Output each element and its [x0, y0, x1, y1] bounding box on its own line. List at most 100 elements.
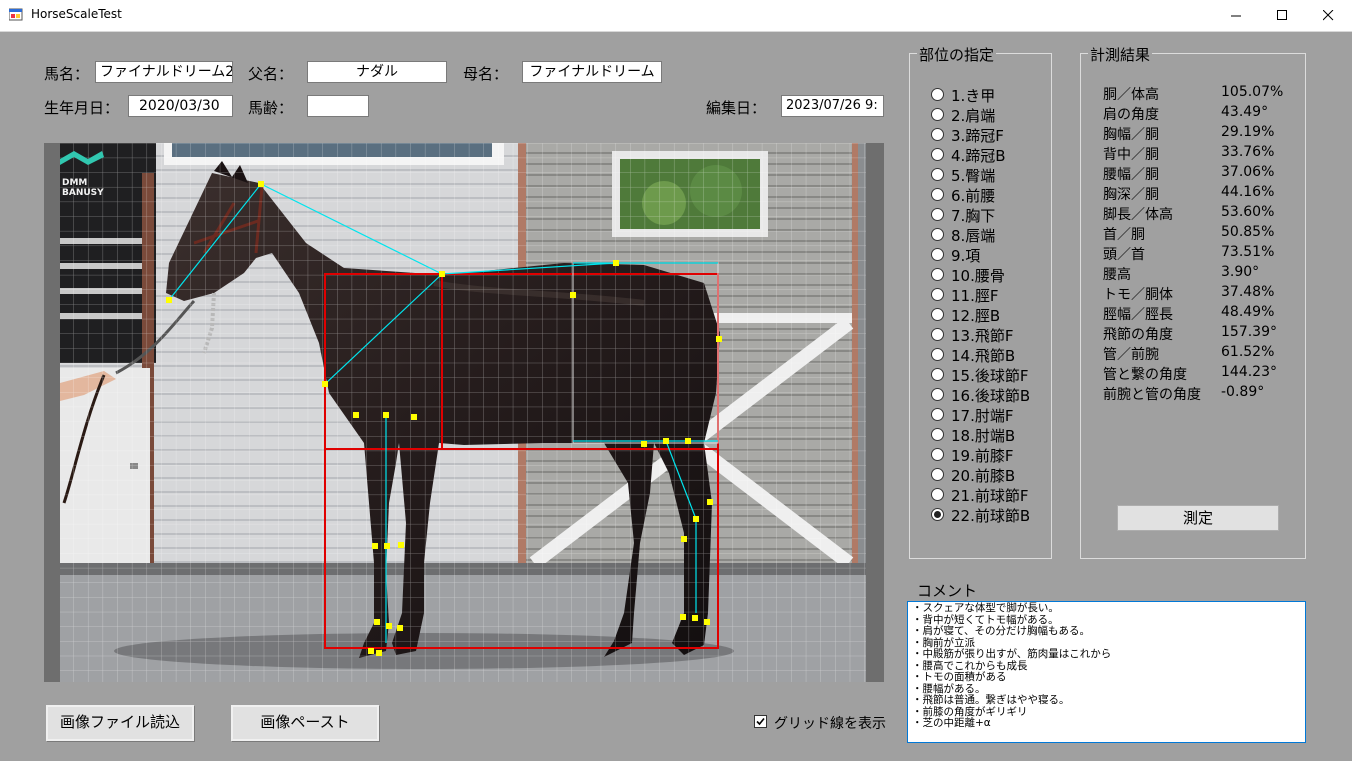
result-name: 胸幅／胴	[1103, 127, 1159, 143]
part-option-label: 4.蹄冠B	[951, 147, 1006, 165]
radio-selected-dot	[934, 511, 941, 518]
title-bar: HorseScaleTest	[0, 0, 1352, 32]
radio-button[interactable]	[931, 288, 944, 301]
age-field[interactable]	[307, 95, 369, 117]
part-option-label: 14.飛節B	[951, 347, 1016, 365]
comment-textarea[interactable]: ・スクェアな体型で脚が長い。 ・背中が短くてトモ幅がある。 ・肩が寝て、その分だけ胸…	[907, 601, 1306, 743]
part-option-label: 21.前球節F	[951, 487, 1029, 505]
grid-checkbox[interactable]	[754, 715, 767, 728]
part-option-label: 15.後球節F	[951, 367, 1029, 385]
radio-button[interactable]	[931, 88, 944, 101]
radio-button[interactable]	[931, 408, 944, 421]
part-option-label: 10.腰骨	[951, 267, 1005, 285]
dam-label: 母名：	[463, 65, 509, 83]
maximize-button[interactable]	[1260, 0, 1306, 31]
watermark-line1: DMM	[62, 178, 87, 188]
result-name: 背中／胴	[1103, 147, 1159, 163]
grid-checkbox-label: グリッド線を表示	[774, 716, 886, 732]
radio-button[interactable]	[931, 308, 944, 321]
comment-line: ・中殿筋が張り出すが、筋肉量はこれから	[912, 648, 1112, 660]
part-option-label: 9.項	[951, 247, 981, 265]
minimize-button[interactable]	[1214, 0, 1260, 31]
radio-button[interactable]	[931, 248, 944, 261]
part-option-label: 8.唇端	[951, 227, 996, 245]
result-value: 48.49%	[1221, 304, 1275, 320]
comment-line: ・飛節は普通。繋ぎはやや寝る。	[912, 694, 1070, 706]
result-name: 首／胴	[1103, 227, 1145, 243]
result-value: 50.85%	[1221, 224, 1275, 240]
result-name: 頭／首	[1103, 247, 1145, 263]
app-icon	[9, 8, 23, 21]
part-option-label: 12.脛B	[951, 307, 1001, 325]
part-option-label: 2.肩端	[951, 107, 996, 125]
close-button[interactable]	[1306, 0, 1352, 31]
result-name: 腰高	[1103, 267, 1131, 283]
part-option-label: 6.前腰	[951, 187, 996, 205]
sire-label: 父名：	[248, 65, 294, 83]
part-option-label: 17.肘端F	[951, 407, 1014, 425]
result-name: 管／前腕	[1103, 347, 1159, 363]
result-name: トモ／胴体	[1103, 287, 1173, 303]
radio-button[interactable]	[931, 228, 944, 241]
result-value: 33.76%	[1221, 144, 1275, 160]
result-value: 44.16%	[1221, 184, 1275, 200]
result-name: 管と繋の角度	[1103, 367, 1187, 383]
part-option-label: 22.前球節B	[951, 507, 1031, 525]
part-option-label: 3.蹄冠F	[951, 127, 1004, 145]
result-value: 43.49°	[1221, 104, 1269, 120]
radio-button[interactable]	[931, 188, 944, 201]
close-icon	[1323, 10, 1334, 21]
result-name: 前腕と管の角度	[1103, 387, 1201, 403]
result-name: 脚長／体高	[1103, 207, 1173, 223]
edit-date-label: 編集日：	[706, 99, 767, 117]
paste-image-button[interactable]: 画像ペースト	[231, 705, 379, 741]
radio-button[interactable]	[931, 208, 944, 221]
part-option-label: 5.臀端	[951, 167, 996, 185]
part-option-label: 20.前膝B	[951, 467, 1016, 485]
horse-image-canvas[interactable]: DMM BANUSY	[44, 143, 884, 682]
radio-button[interactable]	[931, 148, 944, 161]
radio-button[interactable]	[931, 168, 944, 181]
part-option-label: 13.飛節F	[951, 327, 1014, 345]
age-label: 馬齢：	[248, 99, 294, 117]
result-name: 肩の角度	[1103, 107, 1159, 123]
window-title: HorseScaleTest	[31, 7, 122, 21]
result-value: 37.48%	[1221, 284, 1275, 300]
result-value: 73.51%	[1221, 244, 1275, 260]
radio-button[interactable]	[931, 348, 944, 361]
radio-button[interactable]	[931, 328, 944, 341]
sire-field[interactable]: ナダル	[307, 61, 447, 83]
edit-date-field[interactable]: 2023/07/26 9:	[781, 95, 884, 117]
load-image-button[interactable]: 画像ファイル読込	[46, 705, 194, 741]
radio-button[interactable]	[931, 108, 944, 121]
part-option-label: 7.胸下	[951, 207, 996, 225]
maximize-icon	[1277, 10, 1287, 20]
radio-button[interactable]	[931, 488, 944, 501]
measure-button[interactable]: 測定	[1117, 505, 1279, 531]
comment-line: ・スクェアな体型で脚が長い。	[912, 602, 1059, 614]
result-name: 飛節の角度	[1103, 327, 1173, 343]
horse-photo[interactable]: DMM BANUSY	[44, 143, 884, 682]
radio-button[interactable]	[931, 368, 944, 381]
result-name: 胴／体高	[1103, 87, 1159, 103]
radio-button[interactable]	[931, 388, 944, 401]
results-group-title: 計測結果	[1088, 44, 1153, 65]
result-value: 157.39°	[1221, 324, 1277, 340]
parts-group: 部位の指定 1.き甲 2.肩端 3.蹄冠F 4.蹄冠B 5.臀端 6.前腰 7.胸下 8.唇端…	[909, 44, 1052, 559]
part-option-label: 19.前膝F	[951, 447, 1014, 465]
part-option-label: 16.後球節B	[951, 387, 1031, 405]
part-option-label: 1.き甲	[951, 87, 996, 105]
dam-field[interactable]: ファイナルドリーム	[522, 61, 662, 83]
radio-button[interactable]	[931, 468, 944, 481]
radio-button[interactable]	[931, 448, 944, 461]
horse-name-field[interactable]: ファイナルドリーム22	[95, 61, 233, 83]
birthdate-label: 生年月日：	[44, 99, 120, 117]
birthdate-field[interactable]: 2020/03/30	[128, 95, 233, 117]
comment-lines: ・スクェアな体型で脚が長い。 ・背中が短くてトモ幅がある。 ・肩が寝て、その分だけ胸…	[912, 602, 1301, 730]
part-option-label: 18.肘端B	[951, 427, 1016, 445]
radio-button[interactable]	[931, 508, 944, 521]
radio-button[interactable]	[931, 268, 944, 281]
radio-button[interactable]	[931, 428, 944, 441]
comment-line: ・トモの面積がある	[912, 671, 1007, 683]
radio-button[interactable]	[931, 128, 944, 141]
